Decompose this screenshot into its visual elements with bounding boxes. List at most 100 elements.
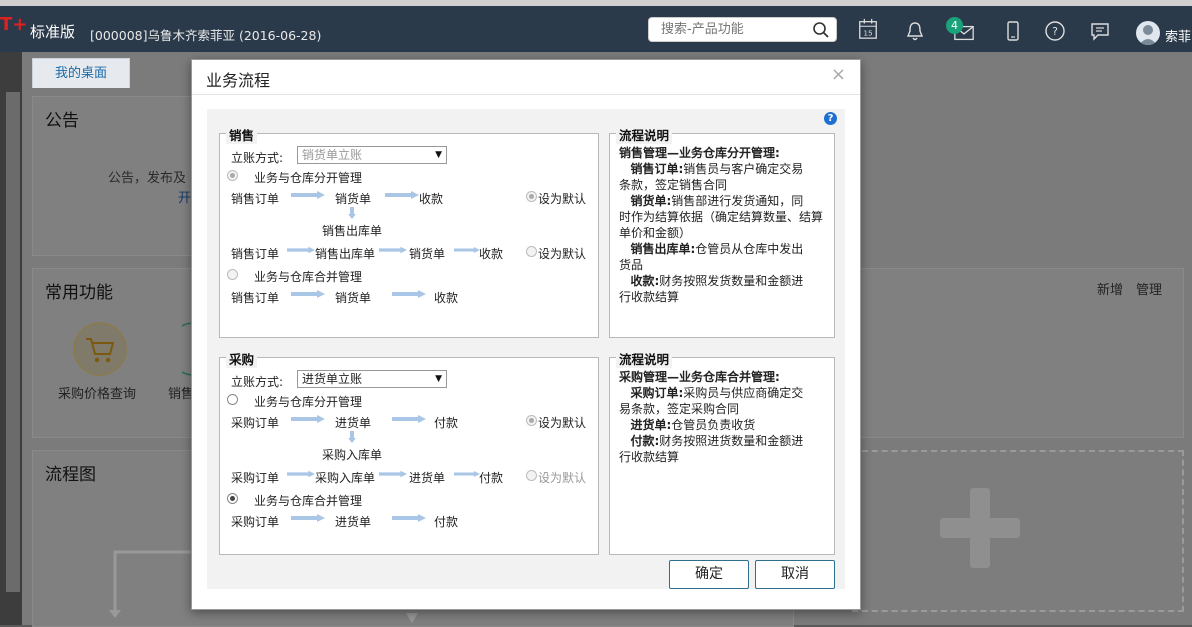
sales-method-value: 销货单立账 [302,148,363,162]
flow-arrow-icon [291,415,325,423]
avatar[interactable] [1136,21,1160,45]
sales-row3-step3: 收款 [434,291,459,305]
purchase-row1-step3: 付款 [434,416,459,430]
purchase-default-label-2: 设为默认 [538,471,587,485]
notice-text: 公告，发布及 [108,171,187,186]
sales-desc-key2: 销货单: [630,194,672,208]
sales-desc-line3: 仓管员从仓库中发出 [695,242,804,256]
purchase-method-value: 进货单立账 [302,372,363,386]
sales-method-label: 立账方式: [231,151,284,165]
purchase-desc-line2: 仓管员负责收货 [671,418,756,432]
sales-row2-step1: 销售订单 [231,247,280,261]
cancel-button[interactable]: 取消 [755,560,835,589]
notice-title: 公告 [45,111,79,131]
sales-row1-step3: 收款 [419,192,444,206]
search-input[interactable] [659,21,813,38]
calendar-icon[interactable]: 15 [857,18,879,40]
purchase-default-label-1: 设为默认 [538,416,587,430]
search-box[interactable] [648,17,837,42]
tab-my-desktop[interactable]: 我的桌面 [32,58,130,88]
purchase-price-query-label[interactable]: 采购价格查询 [58,383,136,402]
sales-row2-step2: 销售出库单 [315,247,376,261]
flow-arrow-icon [392,415,426,423]
flow-arrow-icon [291,191,325,199]
sales-desc-line2: 销售部进行发货通知，同 [671,194,804,208]
sales-description-section: 流程说明 销售管理—业务仓库分开管理: 销售订单:销售员与客户确定交易 条款，签… [609,125,835,338]
notice-link[interactable]: 开 [178,187,191,206]
sales-desc-line4: 财务按照发货数量和金额进 [659,274,804,288]
flowchart-title: 流程图 [45,465,96,485]
help-icon[interactable]: ? [1044,20,1066,42]
flow-down-arrow-icon [348,431,356,443]
mobile-icon[interactable] [1002,20,1024,42]
dialog-header: 业务流程 × [192,60,860,95]
dropdown-caret-icon: ▼ [435,374,442,384]
purchase-row1-sub: 采购入库单 [322,448,383,462]
message-badge: 4 [946,17,963,34]
flowchart-connector [109,550,198,618]
close-icon[interactable]: × [831,64,846,85]
purchase-row3-step2: 进货单 [335,515,372,529]
sales-separate-radio[interactable] [227,170,238,181]
purchase-row3-step1: 采购订单 [231,515,280,529]
flow-arrow-icon [385,191,419,199]
logo: T+ [0,14,28,35]
flow-arrow-icon [291,290,325,298]
confirm-button[interactable]: 确定 [669,560,749,589]
flow-arrow-icon [287,246,315,254]
sales-row2-step4: 收款 [479,247,504,261]
purchase-desc-line1: 采购员与供应商确定交 [683,386,804,400]
sales-row1-step2: 销货单 [335,192,372,206]
purchase-row1-step2: 进货单 [335,416,372,430]
sales-merged-radio[interactable] [227,269,238,280]
sales-section: 销售 立账方式: 销货单立账 ▼ 业务与仓库分开管理 销售订单 销货单 收款 设为… [219,125,599,338]
sales-default-radio-2[interactable] [526,246,537,257]
left-sidebar [0,52,22,625]
user-icon [1139,25,1157,45]
sales-desc-line1b: 条款，签定销售合同 [619,178,728,192]
sales-row3-step1: 销售订单 [231,291,280,305]
sales-description-text: 销售管理—业务仓库分开管理: 销售订单:销售员与客户确定交易 条款，签定销售合同… [619,145,834,305]
sales-desc-line2b: 时作为结算依据（确定结算数量、结算 [619,210,824,224]
sidebar-scrollbar[interactable] [6,92,20,592]
search-icon[interactable] [812,21,830,39]
sales-desc-legend: 流程说明 [616,125,673,144]
flow-arrow-icon [291,514,325,522]
purchase-row1-step1: 采购订单 [231,416,280,430]
help-circle-icon[interactable]: ? [824,112,837,125]
manage-function-link[interactable]: 管理 [1136,279,1162,298]
sales-default-radio-1[interactable] [526,191,537,202]
purchase-row2-step3: 进货单 [409,471,446,485]
sales-desc-line4b: 行收款结算 [619,290,680,304]
flow-arrow-icon [392,290,426,298]
dropdown-caret-icon: ▼ [435,150,442,160]
purchase-default-radio-2[interactable] [526,470,537,481]
flow-arrow-icon [454,246,480,254]
sales-legend: 销售 [226,125,258,144]
dialog-body: ? 销售 立账方式: 销货单立账 ▼ 业务与仓库分开管理 销售订单 销货单 收款 … [207,109,845,589]
sales-method-select[interactable]: 销货单立账 ▼ [297,146,447,164]
add-function-link[interactable]: 新增 [1097,279,1123,298]
cart-icon[interactable] [72,321,128,377]
purchase-desc-line1b: 易条款，签定采购合同 [619,402,740,416]
sales-default-label-1: 设为默认 [538,192,587,206]
flow-arrow-icon [392,514,426,522]
chat-icon[interactable] [1089,20,1111,42]
plus-icon[interactable] [940,488,1020,568]
top-bar: T+ 标准版 [000008]乌鲁木齐索菲亚 (2016-06-28) 15 4… [0,0,1192,52]
purchase-default-radio-1[interactable] [526,415,537,426]
sales-desc-line2c: 单价和金额） [619,226,692,240]
sales-desc-line3b: 货品 [619,258,644,272]
username[interactable]: 索菲 [1165,26,1191,45]
sales-separate-label: 业务与仓库分开管理 [254,171,363,185]
sales-desc-heading: 销售管理—业务仓库分开管理: [619,146,780,160]
edition-label: 标准版 [30,23,76,41]
sales-merged-label: 业务与仓库合并管理 [254,270,363,284]
purchase-method-select[interactable]: 进货单立账 ▼ [297,370,447,388]
dialog-title: 业务流程 [206,71,271,90]
flow-arrow-icon [379,470,407,478]
bell-icon[interactable] [904,20,926,42]
purchase-separate-radio[interactable] [227,394,238,405]
purchase-method-label: 立账方式: [231,375,284,389]
purchase-merged-radio[interactable] [227,493,238,504]
